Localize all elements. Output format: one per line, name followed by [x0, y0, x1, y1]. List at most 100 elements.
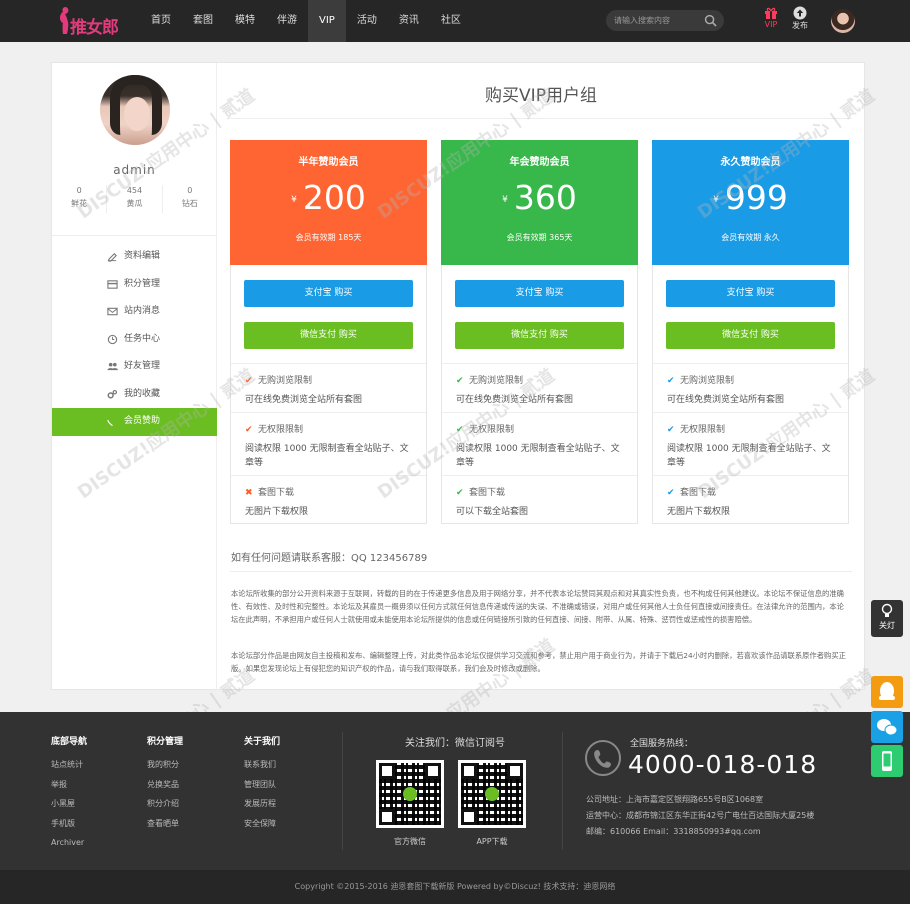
currency-symbol: ¥ [502, 194, 508, 205]
wechat-pay-buy-button[interactable]: 微信支付 购买 [455, 322, 624, 349]
sidebar-item[interactable]: 会员赞助 [52, 408, 217, 436]
check-icon: ✔ [456, 488, 464, 498]
hotline-number: 4000-018-018 [628, 750, 818, 779]
plan-name: 半年赞助会员 [298, 157, 359, 168]
qr-label: APP下载 [476, 837, 508, 846]
price-value: 360 [513, 178, 577, 217]
feature-title: 无购浏览限制 [469, 376, 524, 386]
wechat-pay-buy-button[interactable]: 微信支付 购买 [666, 322, 835, 349]
nav-item[interactable]: 活动 [346, 0, 388, 42]
upload-icon [793, 6, 807, 20]
price-value: 200 [302, 178, 366, 217]
plan-card: 永久赞助会员 ¥999 会员有效期 永久 支付宝 购买 微信支付 购买 ✔ 无购浏览限制 可在… [652, 140, 849, 524]
footer-link[interactable]: 兑换奖品 [147, 775, 183, 795]
sidebar-item-label: 站内消息 [124, 306, 161, 316]
sidebar-item-label: 会员赞助 [124, 416, 161, 426]
feature-title: 无权限限制 [680, 425, 726, 435]
phone-icon [585, 740, 621, 776]
alipay-buy-button[interactable]: 支付宝 购买 [244, 280, 413, 307]
feature-title: 无购浏览限制 [258, 376, 313, 386]
search-input[interactable]: 请输入搜索内容 [606, 10, 724, 31]
users-icon [107, 362, 118, 371]
address-line: 公司地址：上海市嘉定区银翔路655号B区1068室 [586, 795, 764, 804]
footer-link[interactable]: 小黑屋 [51, 794, 87, 814]
footer-column-title: 底部导航 [51, 737, 88, 747]
footer-link[interactable]: 查看晒单 [147, 814, 183, 834]
check-icon: ✔ [456, 376, 464, 386]
plan-validity: 会员有效期 185天 [295, 233, 362, 242]
nav-item[interactable]: 资讯 [388, 0, 430, 42]
nav-item[interactable]: 社区 [430, 0, 472, 42]
check-icon: ✔ [667, 488, 675, 498]
footer-link[interactable]: Archiver [51, 833, 87, 853]
footer-link[interactable]: 我的积分 [147, 755, 183, 775]
footer-link[interactable]: 管理团队 [244, 775, 280, 795]
qr-code-app [458, 760, 526, 828]
feature-desc: 阅读权限 1000 无限制查看全站贴子、文章等 [245, 444, 409, 468]
stat-item[interactable]: 0 钻石 [163, 185, 217, 213]
sidebar-item-label: 我的收藏 [124, 388, 161, 399]
qq-button[interactable] [871, 676, 903, 708]
user-sidebar: admin 0 鲜花 454 黄瓜 0 钻石 资料编辑积分管理站内消息任务中心好友管理我的… [52, 63, 217, 690]
wechat-pay-buy-button[interactable]: 微信支付 购买 [244, 322, 413, 349]
footer-link[interactable]: 安全保障 [244, 814, 280, 834]
footer-link[interactable]: 手机版 [51, 814, 87, 834]
plan-feature: ✔ 套图下载 无图片下载权限 [653, 475, 848, 519]
qq-icon [879, 682, 895, 700]
mobile-button[interactable] [871, 745, 903, 777]
sidebar-item[interactable]: 任务中心 [52, 326, 217, 354]
sidebar-item[interactable]: 积分管理 [52, 271, 217, 299]
nav-item[interactable]: 首页 [140, 0, 182, 42]
profile-avatar[interactable] [100, 75, 170, 145]
publish-link[interactable]: 发布 [788, 6, 812, 36]
plan-price: ¥200 [230, 178, 427, 220]
footer-link[interactable]: 发展历程 [244, 794, 280, 814]
sidebar-item[interactable]: 我的收藏 [52, 381, 217, 409]
vip-link[interactable]: VIP [760, 6, 782, 36]
sidebar-item-label: 积分管理 [124, 278, 161, 289]
feature-title: 无权限限制 [258, 425, 304, 435]
nav-item[interactable]: VIP [308, 0, 346, 42]
check-icon: ✔ [245, 376, 253, 386]
main-panel: admin 0 鲜花 454 黄瓜 0 钻石 资料编辑积分管理站内消息任务中心好友管理我的… [51, 62, 865, 690]
plan-feature: ✔ 无权限限制 阅读权限 1000 无限制查看全站贴子、文章等 [231, 412, 426, 470]
footer-column-title: 积分管理 [147, 737, 184, 747]
sidebar-item-label: 任务中心 [124, 333, 161, 344]
footer-link[interactable]: 站点统计 [51, 755, 87, 775]
feature-title: 套图下载 [469, 488, 506, 498]
footer-link[interactable]: 举报 [51, 775, 87, 795]
sidebar-item[interactable]: 站内消息 [52, 298, 217, 326]
footer-link[interactable]: 积分介绍 [147, 794, 183, 814]
qr-label: 官方微信 [394, 837, 426, 846]
feature-desc: 无图片下载权限 [245, 507, 309, 517]
check-icon: ✔ [667, 425, 675, 435]
stat-item[interactable]: 0 鲜花 [52, 185, 108, 213]
footer-link[interactable]: 联系我们 [244, 755, 280, 775]
qr-code-wechat [376, 760, 444, 828]
user-avatar[interactable] [831, 9, 855, 33]
cog-icon [107, 389, 118, 399]
edit-icon [107, 252, 117, 262]
follow-title: 关注我们：微信订阅号 [405, 738, 505, 749]
top-navbar: 推女郎 首页 套图 模特 伴游 VIP 活动 资讯 社区 请输入搜索内容 VIP 发布 [0, 0, 910, 42]
sidebar-item-label: 好友管理 [124, 361, 161, 371]
search-icon[interactable] [704, 14, 717, 27]
sidebar-item[interactable]: 资料编辑 [52, 243, 217, 271]
plan-name: 永久赞助会员 [720, 157, 781, 168]
username[interactable]: admin [52, 163, 217, 177]
plan-card: 半年赞助会员 ¥200 会员有效期 185天支付宝 购买 微信支付 购买 ✔ 无购浏览限制… [230, 140, 427, 524]
feature-desc: 可在线免费浏览全站所有套图 [456, 395, 574, 405]
alipay-buy-button[interactable]: 支付宝 购买 [455, 280, 624, 307]
nav-item[interactable]: 伴游 [266, 0, 308, 42]
stat-value: 454 [126, 186, 143, 195]
wechat-button[interactable] [871, 711, 903, 743]
nav-item[interactable]: 套图 [182, 0, 224, 42]
stat-item[interactable]: 454 黄瓜 [107, 185, 163, 213]
lights-off-button[interactable]: 关灯 [871, 600, 903, 637]
feature-desc: 可在线免费浏览全站所有套图 [667, 395, 785, 405]
nav-item[interactable]: 模特 [224, 0, 266, 42]
sidebar-menu: 资料编辑积分管理站内消息任务中心好友管理我的收藏会员赞助 [52, 243, 217, 436]
sidebar-item[interactable]: 好友管理 [52, 353, 217, 381]
alipay-buy-button[interactable]: 支付宝 购买 [666, 280, 835, 307]
site-logo[interactable]: 推女郎 [52, 3, 122, 39]
